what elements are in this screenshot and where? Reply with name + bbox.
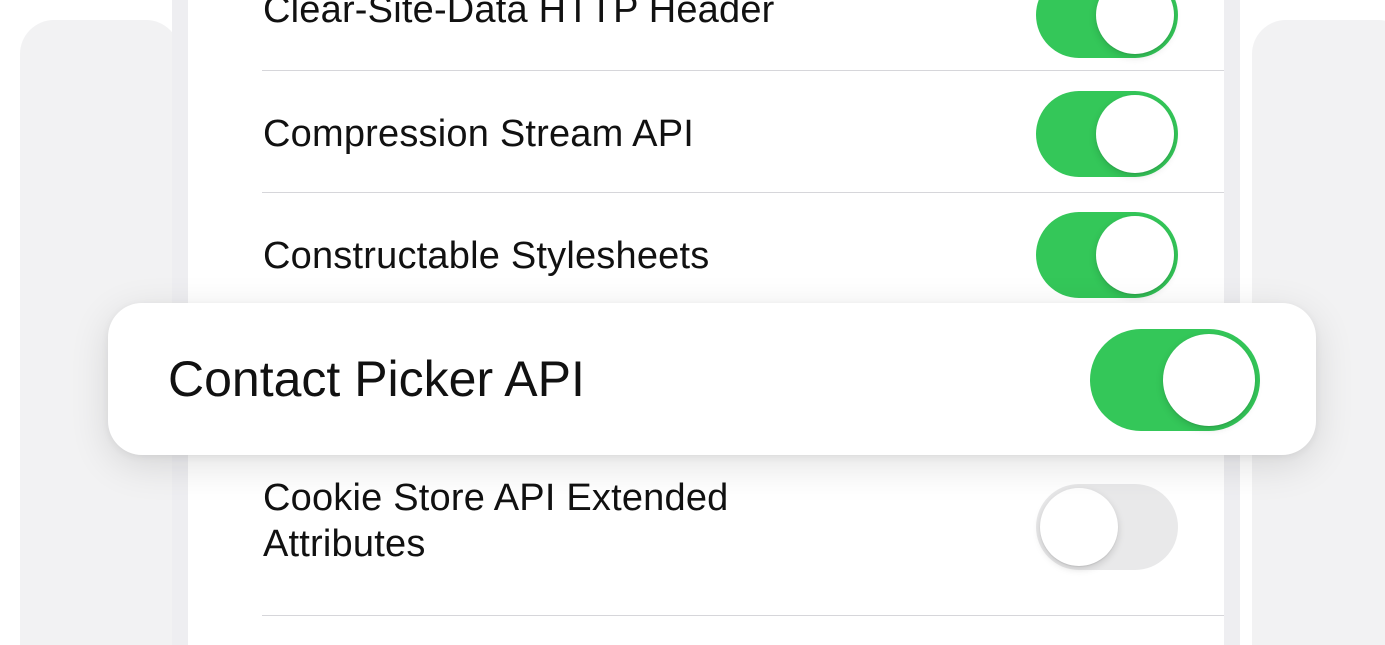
toggle-knob bbox=[1163, 334, 1255, 426]
row-label: Cookie Store API Extended Attributes bbox=[263, 477, 729, 565]
toggle-knob bbox=[1096, 95, 1174, 173]
list-item-cookie-store: Cookie Store API Extended Attributes bbox=[188, 455, 1224, 616]
list-item-clear-site-data: Clear-Site-Data HTTP Header bbox=[188, 0, 1224, 71]
row-label: Contact Picker API bbox=[168, 351, 585, 407]
list-item-compression-stream: Compression Stream API bbox=[188, 71, 1224, 193]
toggle-switch[interactable] bbox=[1036, 91, 1178, 177]
toggle-knob bbox=[1096, 216, 1174, 294]
highlighted-row-contact-picker: Contact Picker API bbox=[108, 303, 1316, 455]
list-item-constructable-stylesheets: Constructable Stylesheets bbox=[188, 193, 1224, 315]
toggle-switch[interactable] bbox=[1036, 0, 1178, 58]
row-label: Clear-Site-Data HTTP Header bbox=[263, 0, 775, 31]
toggle-knob bbox=[1096, 0, 1174, 54]
row-label: Constructable Stylesheets bbox=[263, 235, 710, 277]
row-separator bbox=[262, 615, 1224, 616]
toggle-switch[interactable] bbox=[1090, 329, 1260, 431]
toggle-switch[interactable] bbox=[1036, 484, 1178, 570]
toggle-switch[interactable] bbox=[1036, 212, 1178, 298]
row-label: Compression Stream API bbox=[263, 113, 695, 155]
toggle-knob bbox=[1040, 488, 1118, 566]
